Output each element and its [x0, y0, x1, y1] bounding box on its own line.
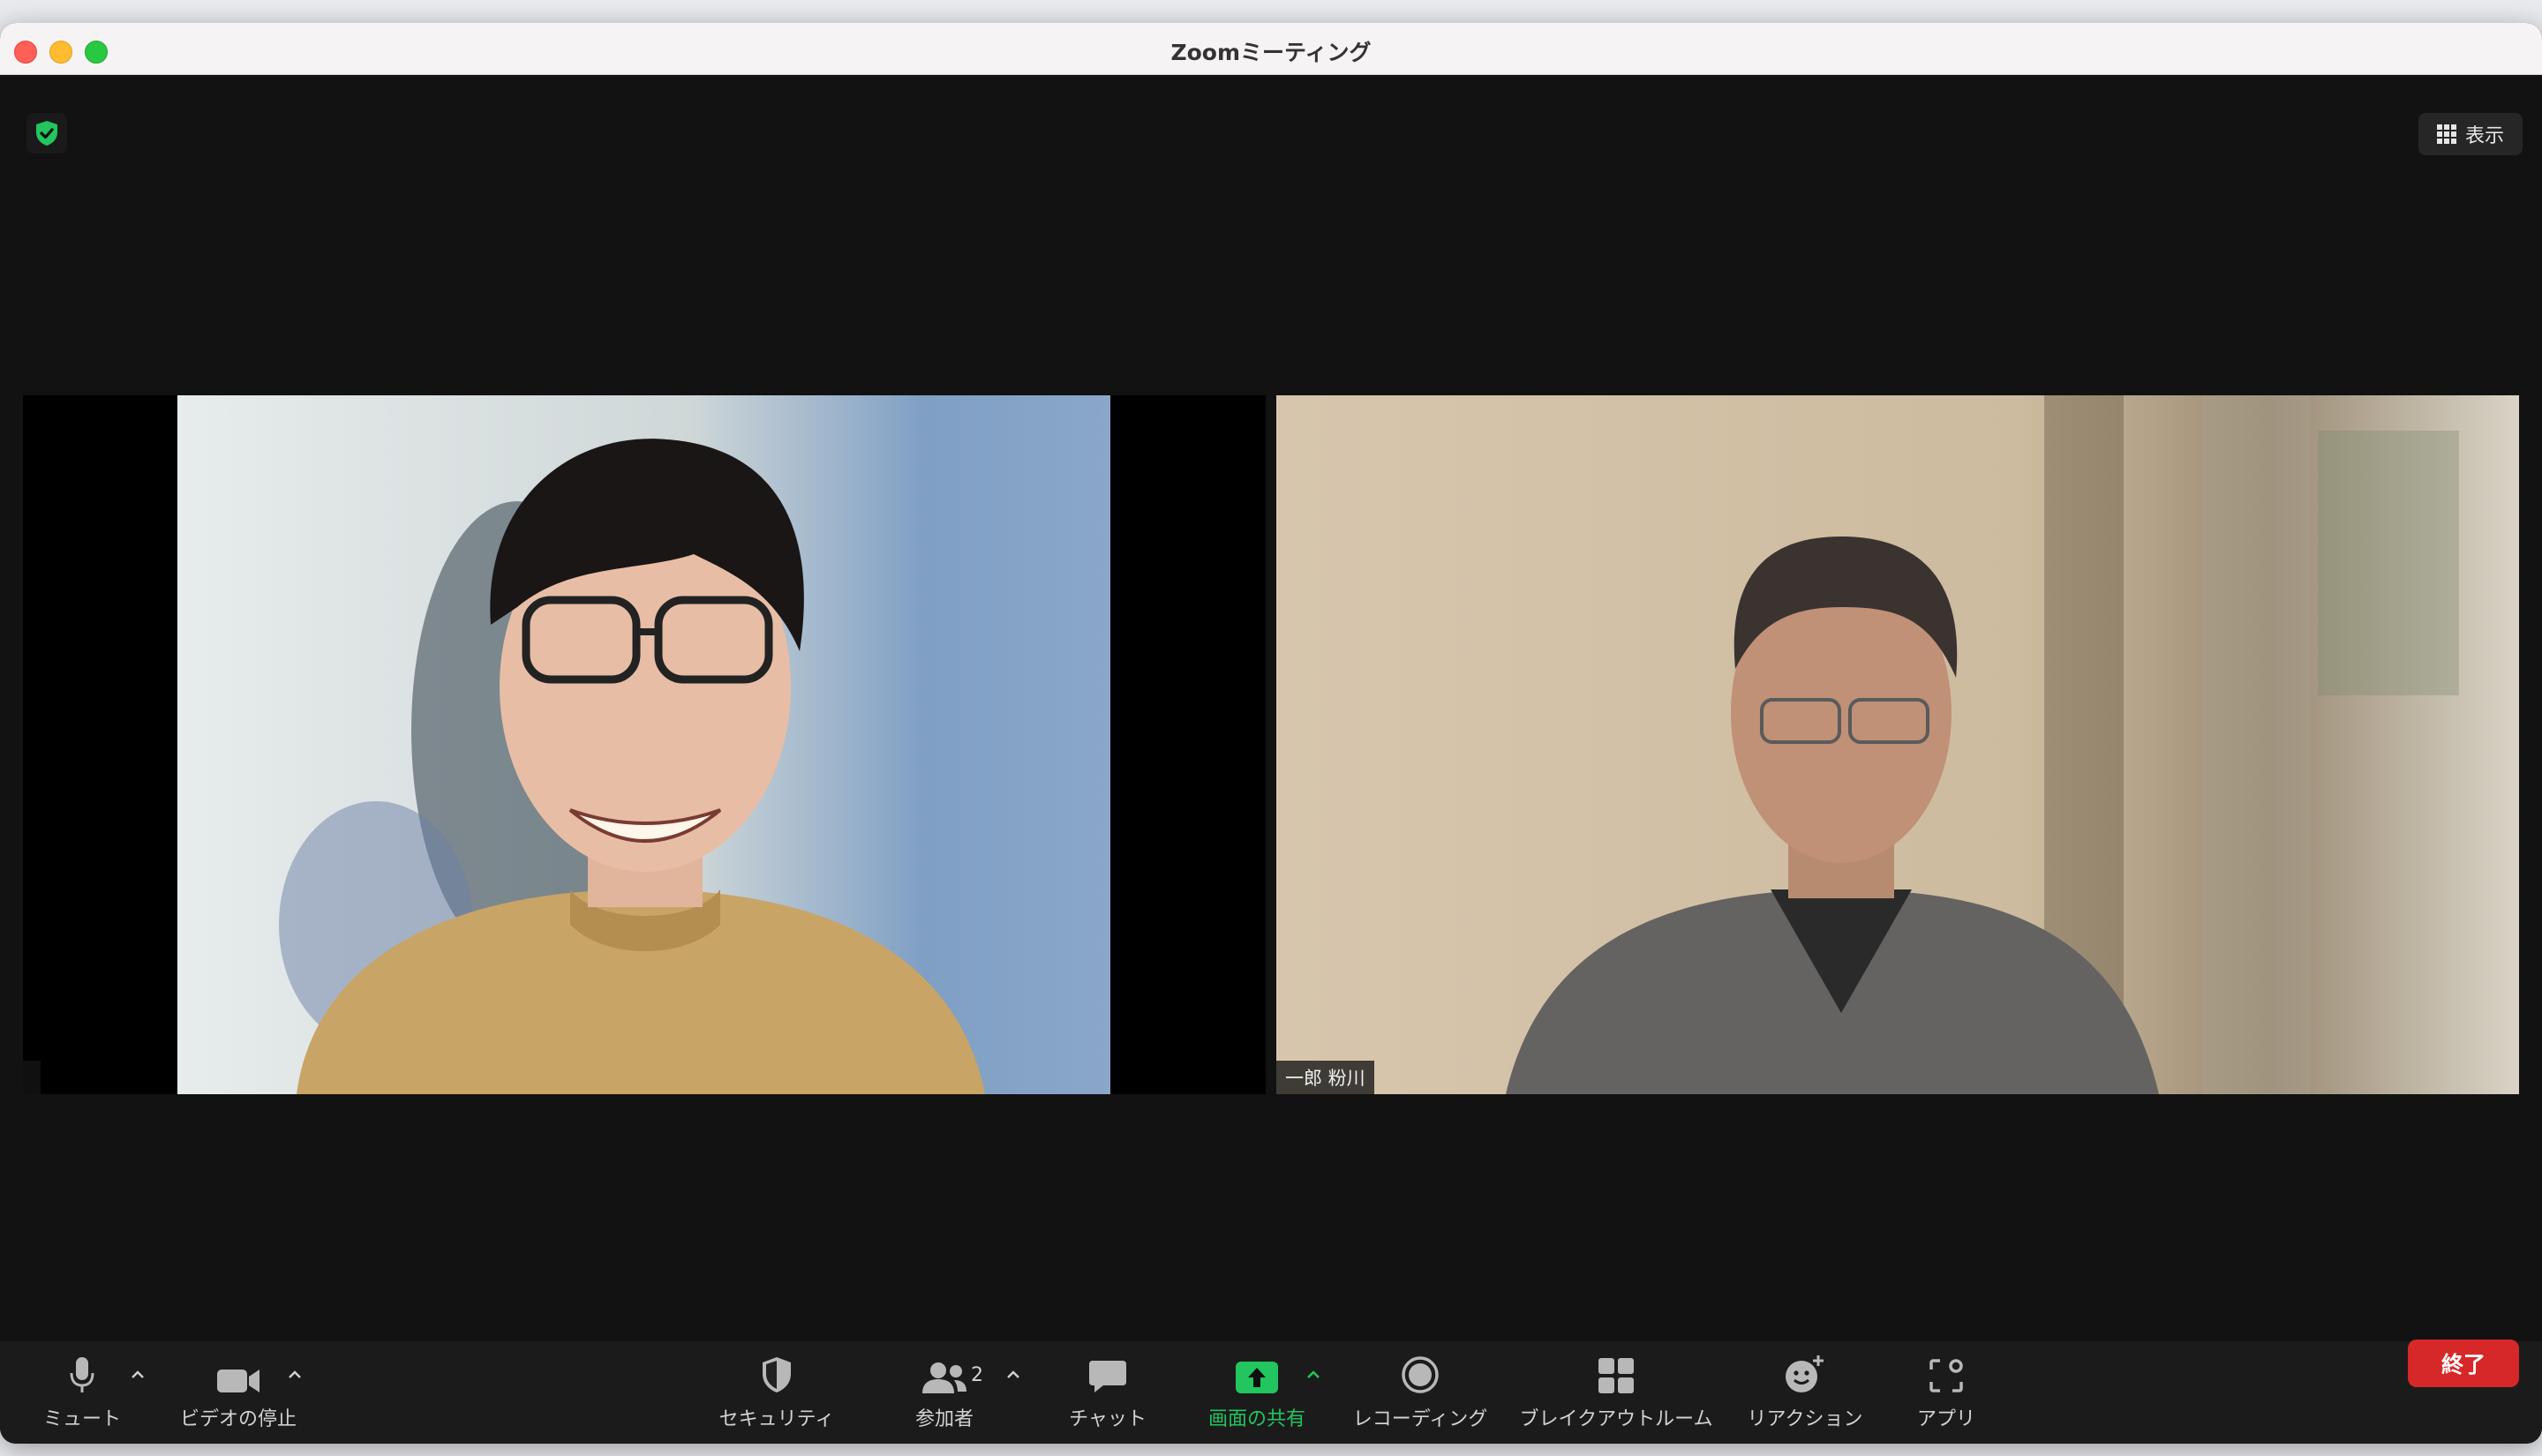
view-label: 表示 [2464, 125, 2504, 147]
breakout-rooms-grid-icon [1598, 1358, 1634, 1393]
recording-label: レコーディング [1352, 1408, 1488, 1430]
stop-video-label: ビデオの停止 [179, 1408, 297, 1430]
stop-video-button[interactable]: ビデオの停止 [177, 1341, 300, 1444]
apps-icon [1929, 1359, 1963, 1392]
video-tile-1[interactable] [23, 395, 1266, 1094]
video-options-chevron-up-icon[interactable] [286, 1366, 304, 1384]
encryption-shield-button[interactable] [26, 113, 67, 154]
zoom-window: Zoomミーティング 表示 一郎 粉川 ミュート ビデオの停止 セキュリティ 参… [0, 23, 2542, 1444]
apps-label: アプリ [1916, 1408, 1975, 1430]
smiley-plus-icon [1786, 1355, 1824, 1392]
recording-button[interactable]: レコーディング [1345, 1341, 1495, 1444]
shield-check-icon [36, 121, 57, 146]
record-icon [1402, 1356, 1439, 1393]
mute-label: ミュート [42, 1408, 121, 1430]
participant-video-1 [23, 395, 1266, 1094]
mute-options-chevron-up-icon[interactable] [129, 1366, 147, 1384]
chat-label: チャット [1069, 1408, 1147, 1430]
apps-button[interactable]: アプリ [1898, 1341, 1995, 1444]
breakout-rooms-label: ブレイクアウトルーム [1519, 1408, 1713, 1430]
participant-video-2 [1276, 395, 2519, 1094]
breakout-rooms-button[interactable]: ブレイクアウトルーム [1515, 1341, 1718, 1444]
participants-icon [922, 1362, 966, 1393]
chat-button[interactable]: チャット [1059, 1341, 1156, 1444]
reactions-button[interactable]: リアクション [1739, 1341, 1871, 1444]
share-screen-arrow-up-icon [1236, 1362, 1278, 1393]
participant-name-2: 一郎 粉川 [1276, 1061, 1374, 1094]
reactions-label: リアクション [1747, 1408, 1863, 1430]
participants-button[interactable]: 参加者 [909, 1341, 980, 1444]
chat-bubble-icon [1089, 1361, 1126, 1392]
grid-view-icon [2436, 124, 2456, 144]
share-options-chevron-up-icon[interactable] [1305, 1366, 1322, 1384]
share-screen-button[interactable]: 画面の共有 [1195, 1341, 1319, 1444]
participants-label: 参加者 [914, 1408, 974, 1430]
security-button[interactable]: セキュリティ [715, 1341, 839, 1444]
participants-options-chevron-up-icon[interactable] [1004, 1366, 1022, 1384]
video-tile-2[interactable]: 一郎 粉川 [1276, 395, 2519, 1094]
participant-name-1 [23, 1061, 41, 1094]
window-title: Zoomミーティング [1170, 40, 1372, 65]
security-label: セキュリティ [718, 1408, 835, 1430]
meeting-toolbar: ミュート ビデオの停止 セキュリティ 参加者 2 チャット 画面の共有 レコーデ… [0, 1341, 2542, 1444]
view-button[interactable]: 表示 [2418, 113, 2523, 155]
participants-count: 2 [971, 1364, 983, 1386]
microphone-icon [70, 1357, 94, 1392]
end-meeting-button[interactable]: 終了 [2408, 1340, 2519, 1387]
security-shield-icon [763, 1357, 791, 1392]
mute-button[interactable]: ミュート [34, 1341, 131, 1444]
share-screen-label: 画面の共有 [1207, 1408, 1305, 1430]
video-camera-icon [217, 1370, 259, 1392]
title-bar: Zoomミーティング [0, 23, 2542, 75]
